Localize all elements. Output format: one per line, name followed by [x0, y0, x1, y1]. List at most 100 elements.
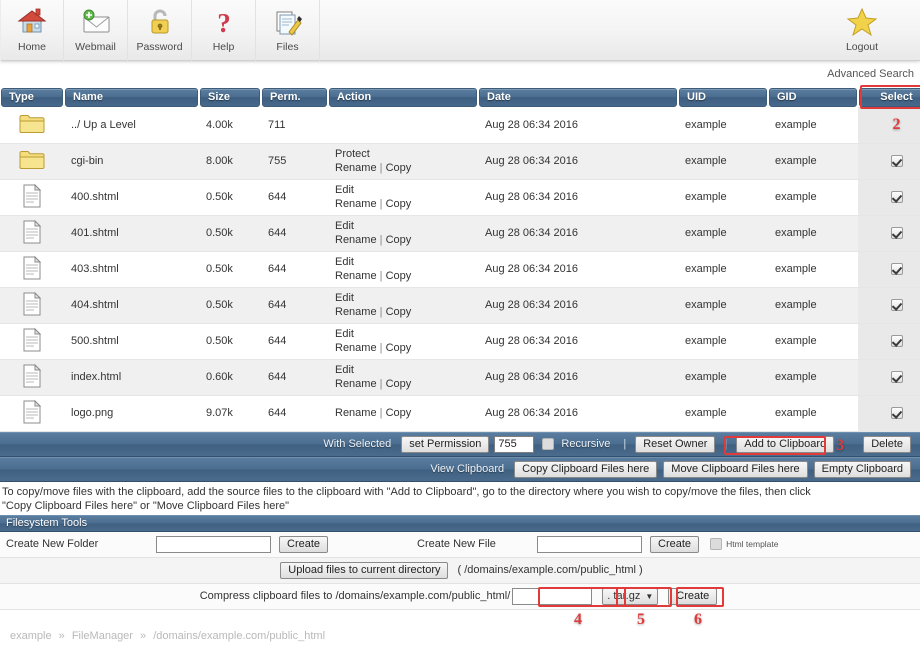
action-edit[interactable]: Edit: [335, 184, 354, 196]
permission-input[interactable]: [494, 435, 535, 453]
col-header-type[interactable]: Type: [0, 87, 64, 107]
col-header-perm[interactable]: Perm.: [261, 87, 328, 107]
compress-format-select[interactable]: . tar.gz ▼: [602, 587, 659, 605]
select-all-button[interactable]: Select: [859, 87, 920, 107]
create-folder-button[interactable]: Create: [279, 535, 329, 553]
cell-uid: example: [678, 287, 768, 324]
row-select-checkbox[interactable]: [890, 335, 903, 348]
action-rename[interactable]: Rename: [335, 270, 377, 282]
cell-name[interactable]: cgi-bin: [64, 143, 199, 180]
action-rename[interactable]: Rename: [335, 198, 377, 210]
compress-filename-input[interactable]: [512, 587, 593, 605]
view-clipboard-link[interactable]: View Clipboard: [430, 463, 504, 475]
reset-owner-button[interactable]: Reset Owner: [635, 435, 716, 453]
cell-select: [858, 359, 920, 396]
action-separator: |: [376, 198, 386, 210]
cell-name[interactable]: index.html: [64, 359, 199, 396]
col-header-gid[interactable]: GID: [768, 87, 858, 107]
set-permission-button[interactable]: set Permission: [401, 435, 490, 453]
cell-type: [0, 215, 64, 252]
cell-name[interactable]: 400.shtml: [64, 179, 199, 216]
row-select-checkbox[interactable]: [890, 191, 903, 204]
action-copy[interactable]: Copy: [386, 270, 412, 282]
cell-name[interactable]: ../ Up a Level: [64, 107, 199, 144]
empty-clipboard-button[interactable]: Empty Clipboard: [813, 460, 911, 478]
create-folder-input[interactable]: [156, 535, 271, 553]
nav-item-password[interactable]: Password: [128, 0, 192, 61]
cell-name[interactable]: logo.png: [64, 395, 199, 432]
action-edit[interactable]: Edit: [335, 292, 354, 304]
col-header-size[interactable]: Size: [199, 87, 261, 107]
cell-select: [858, 323, 920, 360]
filesystem-tools-header: Filesystem Tools: [0, 514, 920, 532]
breadcrumb-item-1[interactable]: FileManager: [72, 630, 133, 642]
advanced-search-link[interactable]: Advanced Search: [827, 68, 914, 80]
compress-create-button[interactable]: Create: [668, 587, 718, 605]
folder-icon: [19, 114, 45, 137]
action-rename[interactable]: Rename: [335, 162, 377, 174]
action-copy[interactable]: Copy: [386, 306, 412, 318]
cell-perm: 644: [261, 323, 328, 360]
cell-uid: example: [678, 143, 768, 180]
action-protect[interactable]: Protect: [335, 148, 370, 160]
move-clipboard-files-here-button[interactable]: Move Clipboard Files here: [663, 460, 808, 478]
col-header-select[interactable]: Select: [858, 85, 920, 109]
breadcrumb-item-0[interactable]: example: [10, 630, 52, 642]
action-copy[interactable]: Copy: [386, 378, 412, 390]
cell-action: Edit Rename | Copy: [328, 359, 478, 396]
nav-item-home[interactable]: Home: [0, 0, 64, 61]
cell-name[interactable]: 401.shtml: [64, 215, 199, 252]
action-rename[interactable]: Rename: [335, 234, 377, 246]
action-copy[interactable]: Copy: [386, 342, 412, 354]
action-rename[interactable]: Rename: [335, 306, 377, 318]
action-copy[interactable]: Copy: [386, 198, 412, 210]
cell-name[interactable]: 500.shtml: [64, 323, 199, 360]
action-edit[interactable]: Edit: [335, 220, 354, 232]
nav-label-logout: Logout: [845, 41, 879, 53]
action-copy[interactable]: Copy: [386, 234, 412, 246]
action-rename[interactable]: Rename: [335, 378, 377, 390]
divider-2: |: [724, 438, 728, 450]
row-select-checkbox[interactable]: [890, 299, 903, 312]
delete-button[interactable]: Delete: [863, 435, 911, 453]
create-file-input[interactable]: [537, 535, 643, 553]
row-select-checkbox[interactable]: [890, 227, 903, 240]
row-select-checkbox[interactable]: [890, 371, 903, 384]
cell-size: 8.00k: [199, 143, 261, 180]
upload-files-button[interactable]: Upload files to current directory: [280, 561, 449, 579]
star-icon: [845, 5, 879, 39]
top-nav-right: Logout: [826, 0, 898, 61]
breadcrumb-item-2[interactable]: /domains/example.com/public_html: [153, 630, 325, 642]
row-select-checkbox[interactable]: [890, 407, 903, 420]
action-copy[interactable]: Copy: [386, 162, 412, 174]
html-template-checkbox[interactable]: [710, 538, 723, 550]
action-copy[interactable]: Copy: [386, 407, 412, 419]
col-header-date[interactable]: Date: [478, 87, 678, 107]
action-rename[interactable]: Rename: [335, 407, 377, 419]
row-select-checkbox[interactable]: [890, 155, 903, 168]
cell-name[interactable]: 403.shtml: [64, 251, 199, 288]
cell-uid: example: [678, 107, 768, 144]
recursive-checkbox[interactable]: [542, 438, 555, 450]
action-rename[interactable]: Rename: [335, 342, 377, 354]
action-edit[interactable]: Edit: [335, 256, 354, 268]
copy-clipboard-files-here-button[interactable]: Copy Clipboard Files here: [514, 460, 658, 478]
nav-item-webmail[interactable]: Webmail: [64, 0, 128, 61]
create-file-button[interactable]: Create: [650, 535, 700, 553]
cell-select: [858, 251, 920, 288]
col-header-name[interactable]: Name: [64, 87, 199, 107]
action-edit[interactable]: Edit: [335, 328, 354, 340]
nav-item-logout[interactable]: Logout: [826, 0, 898, 61]
row-select-checkbox[interactable]: [890, 263, 903, 276]
nav-item-files[interactable]: Files: [256, 0, 320, 61]
add-to-clipboard-button[interactable]: Add to Clipboard: [736, 435, 835, 453]
svg-text:?: ?: [217, 8, 231, 36]
cell-name[interactable]: 404.shtml: [64, 287, 199, 324]
col-header-action[interactable]: Action: [328, 87, 478, 107]
cell-gid: example: [768, 395, 858, 432]
action-edit[interactable]: Edit: [335, 364, 354, 376]
table-header-row: Type Name Size Perm. Action Date UID GID…: [0, 85, 920, 109]
col-header-uid[interactable]: UID: [678, 87, 768, 107]
nav-item-help[interactable]: ? Help: [192, 0, 256, 61]
cell-uid: example: [678, 179, 768, 216]
